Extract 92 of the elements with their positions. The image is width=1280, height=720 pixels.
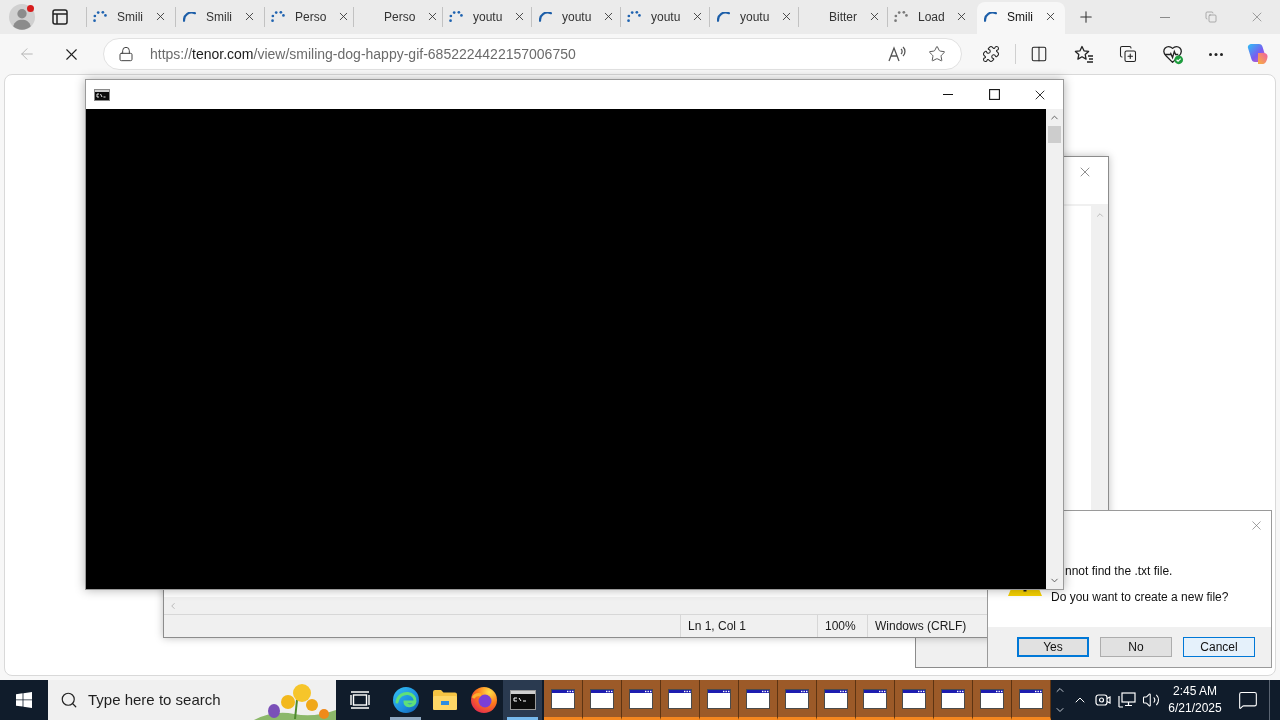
loading-spinner-icon xyxy=(716,11,730,22)
loading-spinner-icon xyxy=(449,11,463,22)
dialog-button[interactable]: Yes xyxy=(1017,637,1089,657)
taskbar-window-button[interactable] xyxy=(856,680,895,720)
status-bar-text: 100% xyxy=(825,618,856,635)
taskbar-window-button[interactable] xyxy=(544,680,583,720)
dialog-button[interactable]: Cancel xyxy=(1183,637,1255,657)
minimize-icon xyxy=(1160,16,1170,18)
status-bar-text: Ln 1, Col 1 xyxy=(688,618,747,635)
terminal-icon xyxy=(94,88,110,101)
browser-tab[interactable]: youtu xyxy=(621,2,709,34)
taskbar-window-button[interactable] xyxy=(1012,680,1051,720)
profile-button[interactable] xyxy=(6,1,38,33)
video-call-icon xyxy=(1095,692,1111,708)
browser-tab[interactable]: Load xyxy=(888,2,976,34)
network-icon xyxy=(1118,692,1136,708)
restore-icon xyxy=(1205,11,1217,23)
loading-spinner-icon xyxy=(983,11,997,22)
window-icon xyxy=(629,688,653,709)
browser-tab[interactable]: Smili xyxy=(977,2,1065,34)
read-aloud-icon xyxy=(888,46,906,62)
taskbar-window-button[interactable] xyxy=(700,680,739,720)
loading-spinner-icon xyxy=(538,11,552,22)
favorites-icon xyxy=(1074,45,1094,63)
loading-spinner-icon xyxy=(271,11,285,22)
browser-tab[interactable]: Smili xyxy=(87,2,175,34)
volume-icon xyxy=(1142,691,1160,709)
puzzle-icon xyxy=(982,45,1000,63)
clock-button[interactable]: 2:45 AM 6/21/2025 xyxy=(1163,680,1227,720)
window-icon xyxy=(668,688,692,709)
window-icon xyxy=(863,688,887,709)
lock-icon xyxy=(118,46,134,62)
split-screen-icon xyxy=(1030,45,1048,63)
taskbar-window-button[interactable] xyxy=(583,680,622,720)
window-icon xyxy=(941,688,965,709)
taskbar-window-button[interactable] xyxy=(934,680,973,720)
star-icon xyxy=(928,45,946,63)
loading-spinner-icon xyxy=(93,11,107,22)
notification-icon xyxy=(1238,690,1258,710)
taskbar-app-button[interactable] xyxy=(503,680,542,720)
window-icon xyxy=(824,688,848,709)
flame-browser-icon xyxy=(470,687,497,713)
window-icon xyxy=(590,688,614,709)
task-view-icon xyxy=(350,691,370,709)
heart-pulse-icon xyxy=(1162,43,1184,65)
tab-actions-icon xyxy=(52,9,68,25)
message-text: nnot find the .txt file. xyxy=(1065,564,1174,578)
windows-logo-icon xyxy=(16,692,32,708)
folder-icon xyxy=(431,689,458,711)
taskbar-window-button[interactable] xyxy=(895,680,934,720)
browser-tab[interactable]: Perso xyxy=(265,2,353,34)
window-icon xyxy=(785,688,809,709)
browser-icon xyxy=(392,687,419,713)
search-icon xyxy=(60,691,78,709)
browser-tab[interactable]: youtu xyxy=(443,2,531,34)
plus-icon xyxy=(1077,8,1095,26)
loading-spinner-icon xyxy=(182,11,196,22)
colorful-logo-icon xyxy=(1246,43,1268,65)
scrollbar-thumb[interactable] xyxy=(1048,126,1061,143)
minimize-icon xyxy=(943,94,953,95)
address-bar[interactable]: https://tenor.com/view/smiling-dog-happy-gif-6852224422157006750 xyxy=(103,38,962,70)
browser-tab[interactable]: Smili xyxy=(176,2,264,34)
browser-tab[interactable]: Bitter xyxy=(799,2,887,34)
status-bar-text: Windows (CRLF) xyxy=(875,618,967,635)
terminal-icon xyxy=(509,690,536,710)
browser-tab[interactable]: youtu xyxy=(532,2,620,34)
taskbar-window-button[interactable] xyxy=(973,680,1012,720)
question-text: Do you want to create a new file? xyxy=(1051,590,1229,604)
more-icon xyxy=(1209,52,1223,56)
window-icon xyxy=(707,688,731,709)
window-icon xyxy=(746,688,770,709)
browser-tab[interactable]: youtu xyxy=(710,2,798,34)
loading-spinner-icon xyxy=(627,11,641,22)
search-input[interactable]: Type here to search xyxy=(88,688,254,712)
vertical-scrollbar[interactable] xyxy=(1046,109,1063,589)
taskbar-window-button[interactable] xyxy=(622,680,661,720)
url-text: https://tenor.com/view/smiling-dog-happy-gif-6852224422157006750 xyxy=(150,44,576,64)
taskbar-window-button[interactable] xyxy=(661,680,700,720)
search-box[interactable]: Type here to search xyxy=(48,680,336,720)
dialog-button[interactable]: No xyxy=(1100,637,1172,657)
window-icon xyxy=(902,688,926,709)
taskbar-window-button[interactable] xyxy=(817,680,856,720)
window-icon xyxy=(1019,688,1043,709)
maximize-icon xyxy=(988,89,1000,100)
taskbar-window-button[interactable] xyxy=(778,680,817,720)
browser-tab[interactable]: Perso xyxy=(354,2,442,34)
loading-spinner-icon xyxy=(894,11,908,22)
avatar-icon xyxy=(9,4,35,30)
taskbar-window-button[interactable] xyxy=(739,680,778,720)
window-icon xyxy=(551,688,575,709)
collections-icon xyxy=(1119,45,1137,63)
window-icon xyxy=(980,688,1004,709)
